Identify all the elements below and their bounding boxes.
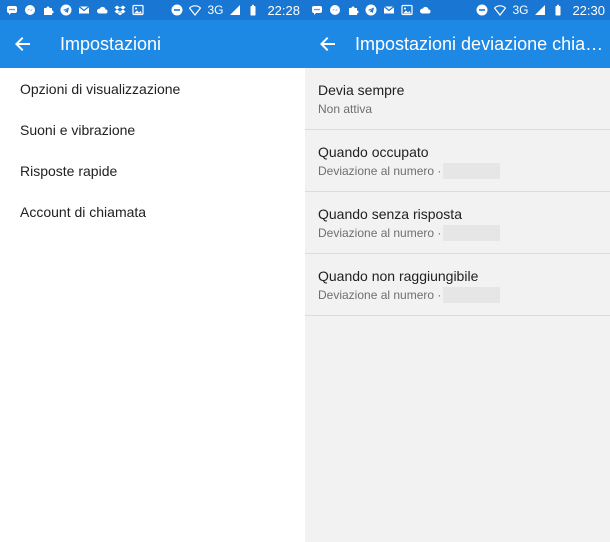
cloud-icon: [419, 4, 431, 16]
message-icon: [311, 4, 323, 16]
forwarding-option-busy[interactable]: Quando occupato Deviazione al numero ·: [305, 130, 610, 192]
option-subtitle-row: Deviazione al numero ·: [318, 287, 610, 303]
network-type: 3G: [207, 3, 224, 17]
notification-icons: [311, 4, 431, 16]
gmail-icon: [78, 4, 90, 16]
back-button[interactable]: [305, 20, 351, 68]
settings-item-display-options[interactable]: Opzioni di visualizzazione: [0, 68, 305, 109]
dnd-icon: [171, 4, 183, 16]
page-title: Impostazioni deviazione chia…: [355, 33, 604, 54]
option-subtitle: Non attiva: [318, 102, 373, 116]
option-title: Devia sempre: [318, 82, 405, 98]
puzzle-icon: [42, 4, 54, 16]
forwarding-option-always[interactable]: Devia sempre Non attiva: [305, 68, 610, 130]
settings-item-calling-accounts[interactable]: Account di chiamata: [0, 191, 305, 232]
option-subtitle: Deviazione al numero ·: [318, 164, 442, 178]
gmail-icon: [383, 4, 395, 16]
option-title: Quando non raggiungibile: [318, 268, 479, 284]
messenger-icon: [329, 4, 341, 16]
cloud-icon: [96, 4, 108, 16]
notification-icons: [6, 4, 144, 16]
signal-icon: [229, 4, 241, 16]
forwarding-option-no-answer[interactable]: Quando senza risposta Deviazione al nume…: [305, 192, 610, 254]
option-subtitle-row: Deviazione al numero ·: [318, 163, 610, 179]
status-bar: 3G 22:28: [0, 0, 305, 20]
redacted-number: [443, 287, 501, 303]
dnd-icon: [476, 4, 488, 16]
option-subtitle-row: Non attiva: [318, 101, 610, 117]
network-type: 3G: [512, 3, 529, 17]
signal-icon: [534, 4, 546, 16]
call-forwarding-screen: 3G 22:30 Impostazioni deviazione chia… D…: [305, 0, 610, 542]
messenger-icon: [24, 4, 36, 16]
forwarding-option-unreachable[interactable]: Quando non raggiungibile Deviazione al n…: [305, 254, 610, 316]
telegram-icon: [365, 4, 377, 16]
battery-icon: [247, 4, 259, 16]
clock: 22:28: [267, 2, 300, 18]
app-bar: Impostazioni: [0, 20, 305, 68]
back-arrow-icon: [14, 35, 32, 53]
puzzle-icon: [347, 4, 359, 16]
settings-item-sounds-vibration[interactable]: Suoni e vibrazione: [0, 109, 305, 150]
image-icon: [401, 4, 413, 16]
back-arrow-icon: [319, 35, 337, 53]
app-bar: Impostazioni deviazione chia…: [305, 20, 610, 68]
system-status: 3G 22:30: [476, 3, 605, 18]
option-subtitle: Deviazione al numero ·: [318, 288, 442, 302]
wifi-icon: [189, 4, 202, 16]
dropbox-icon: [114, 4, 126, 16]
back-button[interactable]: [0, 20, 46, 68]
message-icon: [6, 4, 18, 16]
wifi-icon: [494, 4, 507, 16]
forwarding-options-list: Devia sempre Non attiva Quando occupato …: [305, 68, 610, 316]
image-icon: [132, 4, 144, 16]
telegram-icon: [60, 4, 72, 16]
clock: 22:30: [572, 2, 605, 18]
status-bar: 3G 22:30: [305, 0, 610, 20]
redacted-number: [443, 163, 501, 179]
settings-list: Opzioni di visualizzazione Suoni e vibra…: [0, 68, 305, 232]
system-status: 3G 22:28: [171, 3, 300, 18]
option-title: Quando occupato: [318, 144, 429, 160]
option-subtitle: Deviazione al numero ·: [318, 226, 442, 240]
redacted-number: [443, 225, 501, 241]
settings-item-quick-responses[interactable]: Risposte rapide: [0, 150, 305, 191]
settings-screen: 3G 22:28 Impostazioni Opzioni di visuali…: [0, 0, 305, 542]
battery-icon: [552, 4, 564, 16]
page-title: Impostazioni: [60, 33, 162, 54]
option-subtitle-row: Deviazione al numero ·: [318, 225, 610, 241]
option-title: Quando senza risposta: [318, 206, 462, 222]
